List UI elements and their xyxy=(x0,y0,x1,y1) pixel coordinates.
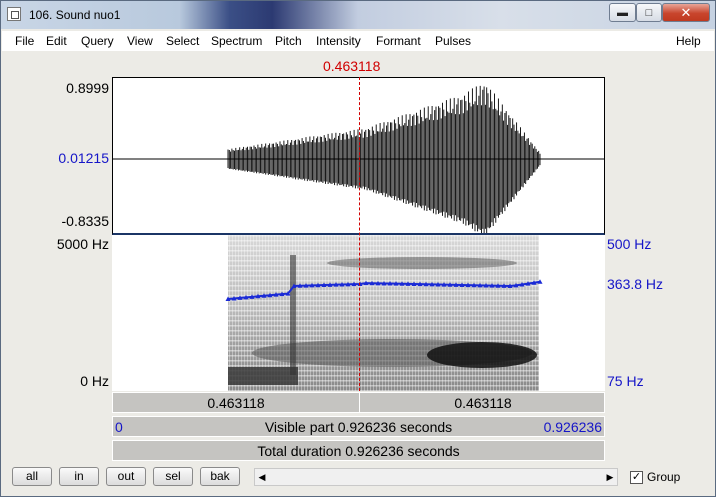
waveform-samples xyxy=(227,85,541,233)
total-duration-bar[interactable]: Total duration 0.926236 seconds xyxy=(112,440,605,461)
pitch-max-label: 500 Hz xyxy=(607,236,652,252)
cursor-line xyxy=(359,77,360,391)
zoom-all-button[interactable]: all xyxy=(12,467,52,486)
visible-end-time: 0.926236 xyxy=(543,419,602,435)
pitch-min-label: 75 Hz xyxy=(607,373,644,389)
total-duration-label: Total duration 0.926236 seconds xyxy=(257,443,460,459)
menu-intensity[interactable]: Intensity xyxy=(316,34,361,48)
spectrogram-high-band xyxy=(327,257,517,269)
scroll-left-icon[interactable]: ◀ xyxy=(255,469,269,485)
menu-file[interactable]: File xyxy=(15,34,34,48)
menu-formant[interactable]: Formant xyxy=(376,34,421,48)
menu-edit[interactable]: Edit xyxy=(46,34,67,48)
waveform-y-max: 0.8999 xyxy=(66,80,109,96)
group-checkbox[interactable]: ✓ xyxy=(630,471,643,484)
sound-editor-window: 106. Sound nuo1 ▬ □ ✕ File Edit Query Vi… xyxy=(0,0,716,497)
menu-help[interactable]: Help xyxy=(676,34,701,48)
spectrogram-formant-peak xyxy=(427,342,537,368)
minimize-button[interactable]: ▬ xyxy=(609,3,636,22)
pitch-cursor-label: 363.8 Hz xyxy=(607,276,664,292)
menu-select[interactable]: Select xyxy=(166,34,199,48)
menu-pulses[interactable]: Pulses xyxy=(435,34,471,48)
close-button[interactable]: ✕ xyxy=(662,3,710,22)
waveform-y-min: -0.8335 xyxy=(61,213,109,229)
right-part-time[interactable]: 0.463118 xyxy=(360,395,606,411)
spectrogram-transient xyxy=(290,255,296,375)
menu-view[interactable]: View xyxy=(127,34,153,48)
zoom-out-button[interactable]: out xyxy=(106,467,146,486)
left-part-time[interactable]: 0.463118 xyxy=(113,395,359,411)
menu-pitch[interactable]: Pitch xyxy=(275,34,302,48)
horizontal-scrollbar[interactable]: ◀ ▶ xyxy=(254,468,618,486)
spectrogram-low-band-onset xyxy=(228,367,298,385)
bottom-toolbar: all in out sel bak ◀ ▶ ✓ Group xyxy=(2,464,714,496)
zoom-back-button[interactable]: bak xyxy=(200,467,240,486)
selection-time-bar[interactable]: 0.463118 0.463118 xyxy=(112,392,605,413)
title-bar[interactable]: 106. Sound nuo1 ▬ □ ✕ xyxy=(1,1,715,29)
menu-spectrum[interactable]: Spectrum xyxy=(211,34,262,48)
window-title: 106. Sound nuo1 xyxy=(29,8,121,22)
visible-part-bar[interactable]: 0 Visible part 0.926236 seconds 0.926236 xyxy=(112,416,605,437)
group-checkbox-label: Group xyxy=(647,470,681,484)
visible-part-label: Visible part 0.926236 seconds xyxy=(264,419,453,435)
window-icon xyxy=(7,7,21,21)
cursor-time-label: 0.463118 xyxy=(323,58,381,74)
zoom-in-button[interactable]: in xyxy=(59,467,99,486)
spectrogram-freq-max: 5000 Hz xyxy=(56,236,109,252)
zoom-selection-button[interactable]: sel xyxy=(153,467,193,486)
menu-bar: File Edit Query View Select Spectrum Pit… xyxy=(2,31,714,51)
spectrogram-freq-min: 0 Hz xyxy=(80,373,109,389)
scroll-right-icon[interactable]: ▶ xyxy=(603,469,617,485)
waveform-y-mid: 0.01215 xyxy=(58,150,109,166)
maximize-button[interactable]: □ xyxy=(636,3,662,22)
menu-query[interactable]: Query xyxy=(81,34,114,48)
